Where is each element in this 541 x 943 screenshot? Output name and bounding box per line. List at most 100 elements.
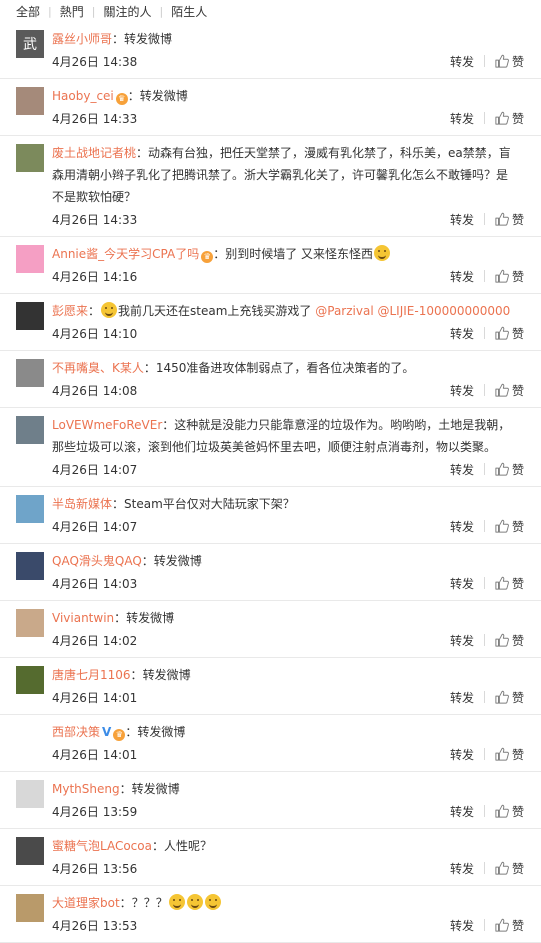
like-button[interactable]: 赞 bbox=[495, 689, 527, 706]
comment-text: QAQ滑头鬼QAQ：转发微博 bbox=[52, 550, 527, 572]
colon: ： bbox=[112, 32, 125, 46]
comment-actions: 转发 赞 bbox=[434, 325, 527, 342]
username-link[interactable]: 西部决策 bbox=[52, 725, 100, 739]
like-button[interactable]: 赞 bbox=[495, 632, 527, 649]
username-link[interactable]: LoVEWmeFoReVEr bbox=[52, 418, 162, 432]
username-link[interactable]: 不再嘴臭、K某人 bbox=[52, 361, 144, 375]
avatar[interactable] bbox=[16, 666, 44, 694]
comment-item: Annie酱_今天学习CPA了吗 ♛ ：别到时候墙了 又来怪东怪西 4月26日 14… bbox=[0, 237, 541, 294]
like-label: 赞 bbox=[512, 633, 525, 648]
like-button[interactable]: 赞 bbox=[495, 110, 527, 127]
avatar[interactable] bbox=[16, 495, 44, 523]
repost-button[interactable]: 转发 bbox=[434, 860, 474, 877]
comment-time: 4月26日 14:01 bbox=[52, 690, 138, 705]
repost-button[interactable]: 转发 bbox=[434, 746, 474, 763]
comment-actions: 转发 赞 bbox=[434, 211, 527, 228]
like-button[interactable]: 赞 bbox=[495, 860, 527, 877]
like-button[interactable]: 赞 bbox=[495, 803, 527, 820]
like-button[interactable]: 赞 bbox=[495, 211, 527, 228]
comment-text: 半岛新媒体：Steam平台仅对大陆玩家下架？ bbox=[52, 493, 527, 515]
repost-button[interactable]: 转发 bbox=[434, 632, 474, 649]
username-link[interactable]: 唐唐七月1106 bbox=[52, 668, 131, 682]
avatar[interactable] bbox=[16, 144, 44, 172]
avatar[interactable] bbox=[16, 723, 44, 751]
avatar[interactable] bbox=[16, 245, 44, 273]
repost-button[interactable]: 转发 bbox=[434, 268, 474, 285]
avatar[interactable] bbox=[16, 302, 44, 330]
repost-button[interactable]: 转发 bbox=[434, 575, 474, 592]
comment-text: Haoby_cei ♛ ：转发微博 bbox=[52, 85, 527, 107]
username-link[interactable]: 大道理家bot bbox=[52, 896, 120, 910]
mention-link[interactable]: @LIJIE-100000000000 bbox=[377, 304, 510, 318]
repost-button[interactable]: 转发 bbox=[434, 917, 474, 934]
repost-button[interactable]: 转发 bbox=[434, 803, 474, 820]
avatar[interactable] bbox=[16, 894, 44, 922]
like-label: 赞 bbox=[512, 576, 525, 591]
filter-tab[interactable]: 關注的人 bbox=[103, 3, 151, 20]
comment-text: Annie酱_今天学习CPA了吗 ♛ ：别到时候墙了 又来怪东怪西 bbox=[52, 243, 527, 265]
thumbs-up-icon bbox=[495, 326, 509, 340]
repost-button[interactable]: 转发 bbox=[434, 110, 474, 127]
like-button[interactable]: 赞 bbox=[495, 518, 527, 535]
mention-link[interactable]: @Parzival bbox=[315, 304, 373, 318]
comment-actions: 转发 赞 bbox=[434, 917, 527, 934]
filter-tab[interactable]: 熱門 bbox=[60, 3, 84, 20]
comment-text: 不再嘴臭、K某人：1450准备进攻体制弱点了，看各位决策者的了。 bbox=[52, 357, 527, 379]
filter-tab[interactable]: 全部 bbox=[16, 3, 40, 20]
avatar[interactable] bbox=[16, 359, 44, 387]
comment-panel: 全部 | 熱門 | 關注的人 | 陌生人 武 露丝小师哥：转发微博 4月26日 14:38 … bbox=[0, 0, 541, 943]
username-link[interactable]: 半岛新媒体 bbox=[52, 497, 112, 511]
avatar[interactable] bbox=[16, 609, 44, 637]
like-button[interactable]: 赞 bbox=[495, 461, 527, 478]
comment-actions: 转发 赞 bbox=[434, 518, 527, 535]
like-button[interactable]: 赞 bbox=[495, 382, 527, 399]
comment-time: 4月26日 14:38 bbox=[52, 54, 138, 69]
filter-tabs: 全部 | 熱門 | 關注的人 | 陌生人 bbox=[0, 0, 541, 22]
avatar[interactable] bbox=[16, 552, 44, 580]
like-label: 赞 bbox=[512, 747, 525, 762]
comment-time: 4月26日 14:03 bbox=[52, 576, 138, 591]
repost-button[interactable]: 转发 bbox=[434, 382, 474, 399]
like-button[interactable]: 赞 bbox=[495, 917, 527, 934]
repost-button[interactable]: 转发 bbox=[434, 689, 474, 706]
username-link[interactable]: MythSheng bbox=[52, 782, 120, 796]
thumbs-up-icon bbox=[495, 269, 509, 283]
action-divider bbox=[484, 112, 485, 124]
comment-time: 4月26日 14:07 bbox=[52, 519, 138, 534]
comment-body: 别到时候墙了 又来怪东怪西 bbox=[225, 247, 374, 261]
repost-button[interactable]: 转发 bbox=[434, 461, 474, 478]
username-link[interactable]: 彭愿来 bbox=[52, 304, 88, 318]
username-link[interactable]: 蜜糖气泡LACocoa bbox=[52, 839, 152, 853]
like-button[interactable]: 赞 bbox=[495, 746, 527, 763]
avatar[interactable] bbox=[16, 416, 44, 444]
username-link[interactable]: Haoby_cei bbox=[52, 89, 114, 103]
comment-text: MythSheng：转发微博 bbox=[52, 778, 527, 800]
like-button[interactable]: 赞 bbox=[495, 325, 527, 342]
like-button[interactable]: 赞 bbox=[495, 268, 527, 285]
avatar[interactable] bbox=[16, 780, 44, 808]
comment-actions: 转发 赞 bbox=[434, 268, 527, 285]
username-link[interactable]: 废土战地记者桃 bbox=[52, 146, 136, 160]
action-divider bbox=[484, 577, 485, 589]
repost-button[interactable]: 转发 bbox=[434, 518, 474, 535]
username-link[interactable]: 露丝小师哥 bbox=[52, 32, 112, 46]
avatar[interactable] bbox=[16, 837, 44, 865]
username-link[interactable]: Viviantwin bbox=[52, 611, 114, 625]
comment-body: ？？？ bbox=[131, 896, 168, 910]
username-link[interactable]: QAQ滑头鬼QAQ bbox=[52, 554, 142, 568]
repost-button[interactable]: 转发 bbox=[434, 211, 474, 228]
avatar[interactable]: 武 bbox=[16, 30, 44, 58]
like-button[interactable]: 赞 bbox=[495, 575, 527, 592]
comment-body: 转发微博 bbox=[142, 668, 191, 682]
username-link[interactable]: Annie酱_今天学习CPA了吗 bbox=[52, 247, 199, 261]
comment-text: LoVEWmeFoReVEr：这种就是没能力只能靠意淫的垃圾作为。哟哟哟，土地是… bbox=[52, 414, 527, 458]
action-divider bbox=[484, 862, 485, 874]
comment-item: 唐唐七月1106：转发微博 4月26日 14:01 转发 赞 bbox=[0, 658, 541, 715]
filter-separator: | bbox=[48, 4, 52, 18]
comment-time: 4月26日 14:02 bbox=[52, 633, 138, 648]
filter-tab[interactable]: 陌生人 bbox=[171, 3, 207, 20]
avatar[interactable] bbox=[16, 87, 44, 115]
repost-button[interactable]: 转发 bbox=[434, 53, 474, 70]
like-button[interactable]: 赞 bbox=[495, 53, 527, 70]
repost-button[interactable]: 转发 bbox=[434, 325, 474, 342]
